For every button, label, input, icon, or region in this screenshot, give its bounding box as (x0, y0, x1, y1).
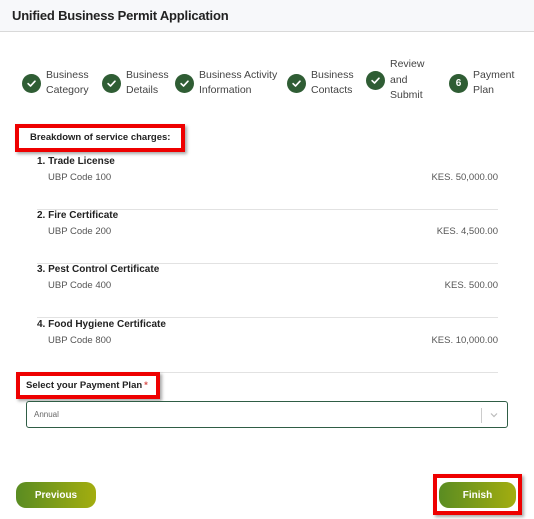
check-icon (175, 73, 194, 93)
charge-amount: KES. 50,000.00 (431, 172, 498, 183)
payment-plan-select[interactable]: Annual (26, 401, 508, 428)
step-payment-plan[interactable]: 6 Payment Plan (449, 68, 514, 98)
step-number-badge: 6 (449, 73, 468, 93)
charge-name: 3. Pest Control Certificate (37, 264, 160, 275)
payment-plan-label: Select your Payment Plan * (26, 380, 148, 391)
charge-item: 3. Pest Control Certificate UBP Code 400… (37, 264, 498, 318)
page-header: Unified Business Permit Application (0, 0, 534, 32)
check-icon (22, 73, 41, 93)
required-marker: * (144, 380, 148, 391)
charge-code: UBP Code 400 (48, 280, 112, 291)
step-label: Payment Plan (473, 69, 515, 96)
step-label: Business Category (46, 69, 89, 96)
charge-code: UBP Code 200 (48, 226, 112, 237)
charge-item: 4. Food Hygiene Certificate UBP Code 800… (37, 319, 498, 373)
select-divider (481, 408, 482, 423)
charge-name: 4. Food Hygiene Certificate (37, 319, 166, 330)
step-business-activity[interactable]: Business Activity Information (175, 68, 277, 98)
page-title: Unified Business Permit Application (12, 8, 229, 23)
charge-code: UBP Code 800 (48, 335, 112, 346)
step-label: Review and Submit (390, 58, 425, 101)
payment-plan-selected-value: Annual (34, 410, 59, 419)
charge-item: 2. Fire Certificate UBP Code 200 KES. 4,… (37, 210, 498, 264)
charge-name: 2. Fire Certificate (37, 210, 119, 221)
step-label: Business Activity Information (199, 69, 278, 96)
step-review-submit[interactable]: Review and Submit (366, 57, 424, 104)
check-icon (102, 73, 121, 93)
charge-amount: KES. 10,000.00 (431, 335, 498, 346)
finish-button[interactable]: Finish (439, 482, 516, 508)
progress-stepper: Business Category Business Details Busin… (0, 57, 534, 110)
step-label: Business Contacts (311, 69, 354, 96)
charge-code: UBP Code 100 (48, 172, 112, 183)
charge-name: 1. Trade License (37, 156, 115, 167)
step-business-details[interactable]: Business Details (102, 68, 169, 98)
check-icon (366, 70, 385, 90)
check-icon (287, 73, 306, 93)
step-business-contacts[interactable]: Business Contacts (287, 68, 354, 98)
charge-amount: KES. 500.00 (444, 280, 498, 291)
step-business-category[interactable]: Business Category (22, 68, 89, 98)
charge-item: 1. Trade License UBP Code 100 KES. 50,00… (37, 156, 498, 210)
chevron-down-icon[interactable] (488, 409, 500, 421)
charges-title: Breakdown of service charges: (30, 132, 171, 143)
charge-amount: KES. 4,500.00 (436, 226, 498, 237)
previous-button[interactable]: Previous (16, 482, 96, 508)
step-label: Business Details (126, 69, 169, 96)
